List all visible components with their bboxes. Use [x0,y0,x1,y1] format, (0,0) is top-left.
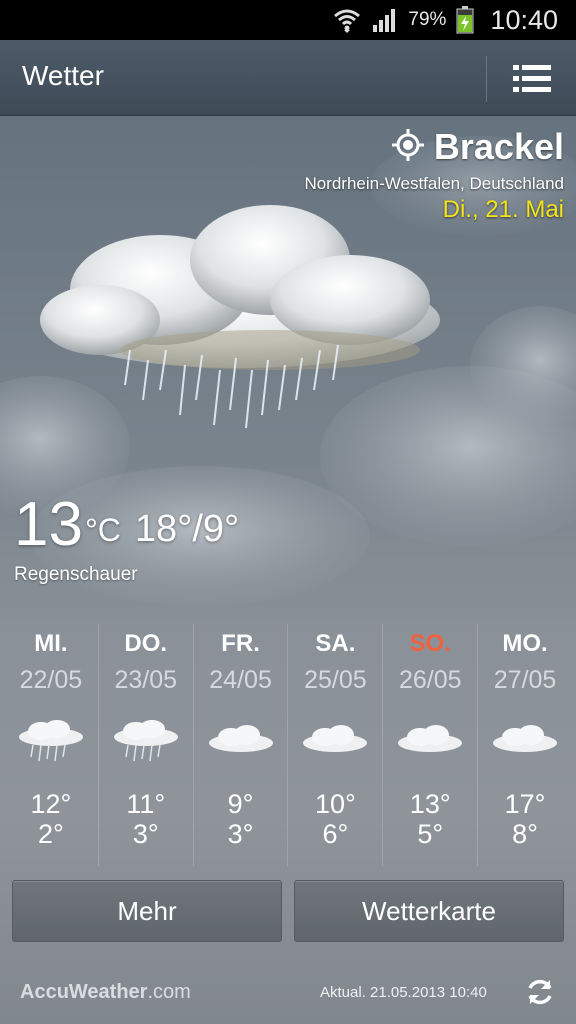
weather-map-button[interactable]: Wetterkarte [294,880,564,942]
rain-cloud-icon [18,720,83,762]
current-conditions: 13 °C 18°/9° Regenschauer [14,490,239,586]
temperature-unit: °C [84,512,121,548]
more-button[interactable]: Mehr [12,880,282,942]
battery-charging-icon [456,6,474,34]
day-high: 12° [30,789,72,819]
day-high: 9° [227,789,254,819]
forecast-day[interactable]: DO. 23/05 11° 3° [99,624,194,866]
day-name: DO. [124,630,168,657]
day-name: MO. [502,630,548,657]
day-date: 23/05 [114,666,178,694]
forecast-strip: MI. 22/05 12° 2° DO. 23/05 11° 3° FR. 24… [4,624,572,866]
day-low: 5° [417,819,444,849]
list-menu-icon [513,65,551,92]
accuweather-logo[interactable]: AccuWeather.com [20,981,191,1004]
cloud-icon [303,725,368,752]
day-date: 24/05 [209,666,272,694]
forecast-day[interactable]: MI. 22/05 12° 2° [4,624,99,866]
day-low: 2° [38,819,64,849]
rain-cloud-icon [113,720,178,762]
current-temperature: 13 [14,490,83,559]
action-bar: Wetter [0,40,576,116]
footer: AccuWeather.com Aktual. 21.05.2013 10:40 [0,968,576,1018]
brand-suffix: .com [147,981,191,1003]
cloud-rain-icon [40,205,440,429]
cloud-icon [208,725,273,752]
day-high: 17° [504,789,546,819]
signal-icon [372,7,398,33]
day-name: FR. [221,630,260,657]
day-name: MI. [34,630,68,657]
status-clock: 10:40 [490,4,558,35]
refresh-icon[interactable] [524,976,556,1008]
day-low: 8° [512,819,538,849]
day-date: 26/05 [398,666,462,694]
forecast-day[interactable]: MO. 27/05 17° 8° [478,624,572,866]
day-date: 22/05 [19,666,83,694]
last-updated: Aktual. 21.05.2013 10:40 [320,984,487,1001]
day-date: 27/05 [493,666,557,694]
battery-percent: 79% [408,9,447,30]
city-name: Brackel [433,126,564,167]
current-high-low: 18°/9° [134,508,240,550]
day-name: SA. [315,630,356,657]
day-low: 3° [227,819,254,849]
wifi-icon [332,7,362,33]
brand-main: AccuWeather [20,981,148,1003]
day-high: 10° [314,789,356,819]
app-title: Wetter [22,60,104,91]
current-condition: Regenschauer [14,564,138,585]
list-menu-button[interactable] [500,56,564,102]
forecast-day[interactable]: SA. 25/05 10° 6° [288,624,384,866]
day-low: 6° [322,819,349,849]
forecast-day[interactable]: FR. 24/05 9° 3° [194,624,289,866]
day-name: SO. [409,630,451,657]
region-name: Nordrhein-Westfalen, Deutschland [304,174,564,193]
gps-location-icon[interactable] [391,129,424,165]
status-bar: 79% 10:40 [0,0,576,40]
day-low: 3° [132,819,159,849]
day-high: 13° [409,789,451,819]
forecast-day[interactable]: SO. 26/05 13° 5° [383,624,479,866]
cloud-icon [493,725,558,752]
day-high: 11° [126,789,166,819]
cloud-icon [398,725,463,752]
action-bar-divider [486,56,487,102]
day-date: 25/05 [304,666,367,694]
